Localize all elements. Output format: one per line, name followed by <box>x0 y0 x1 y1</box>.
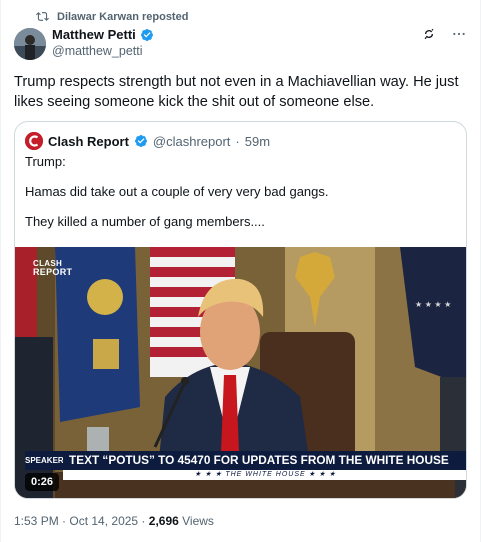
author-name[interactable]: Matthew Petti <box>52 27 136 42</box>
tweet-actions <box>421 26 467 42</box>
quoted-author-handle[interactable]: @clashreport <box>153 134 231 149</box>
tweet-text: Trump respects strength but not even in … <box>14 74 459 110</box>
video-player[interactable]: ★ ★ ★ ★ CLASH REPORT SPEAKER TEXT “POTUS… <box>15 247 466 498</box>
left-border <box>0 0 1 542</box>
chyron-main-text: TEXT “POTUS” TO 45470 FOR UPDATES FROM T… <box>63 451 466 470</box>
author-handle[interactable]: @matthew_petti <box>52 44 154 58</box>
repost-indicator[interactable]: Dilawar Karwan reposted <box>36 10 188 23</box>
clash-report-watermark: CLASH REPORT <box>33 259 73 277</box>
quoted-text: Trump: Hamas did take out a couple of ve… <box>25 154 455 244</box>
meta-separator: · <box>138 514 149 528</box>
video-duration-badge: 0:26 <box>25 473 60 491</box>
views-label: Views <box>178 514 214 528</box>
quoted-header: Clash Report @clashreport · 59m <box>25 132 270 150</box>
grok-icon[interactable] <box>421 26 437 42</box>
meta-separator: · <box>58 514 70 528</box>
verified-badge-icon[interactable] <box>140 28 154 42</box>
tweet-meta: 1:53 PM · Oct 14, 2025 · 2,696 Views <box>14 514 214 528</box>
tweet-time[interactable]: 1:53 PM <box>14 514 59 528</box>
verified-badge-icon <box>134 135 147 147</box>
clash-report-avatar[interactable] <box>25 132 43 150</box>
more-icon[interactable] <box>451 26 467 42</box>
author-block: Matthew Petti @matthew_petti <box>52 27 154 58</box>
quoted-tweet[interactable]: Clash Report @clashreport · 59m Trump: H… <box>14 121 467 499</box>
views-count[interactable]: 2,696 <box>149 514 179 528</box>
avatar[interactable] <box>14 28 46 60</box>
chyron-logo: SPEAKER <box>25 451 64 470</box>
quoted-time[interactable]: 59m <box>245 134 270 149</box>
svg-text:★ ★ ★ ★: ★ ★ ★ ★ <box>415 300 451 309</box>
quoted-line: Hamas did take out a couple of very very… <box>25 184 329 199</box>
quoted-author-name[interactable]: Clash Report <box>48 134 129 149</box>
quoted-line: They killed a number of gang members.... <box>25 214 265 229</box>
chyron-sub-text: ★ ★ ★ THE WHITE HOUSE ★ ★ ★ <box>63 470 466 480</box>
tweet-date[interactable]: Oct 14, 2025 <box>69 514 138 528</box>
repost-text: Dilawar Karwan reposted <box>57 10 189 23</box>
repost-icon <box>36 12 49 21</box>
quoted-line: Trump: <box>25 154 66 169</box>
news-chyron: SPEAKER TEXT “POTUS” TO 45470 FOR UPDATE… <box>15 451 466 484</box>
quoted-separator: · <box>235 133 240 149</box>
